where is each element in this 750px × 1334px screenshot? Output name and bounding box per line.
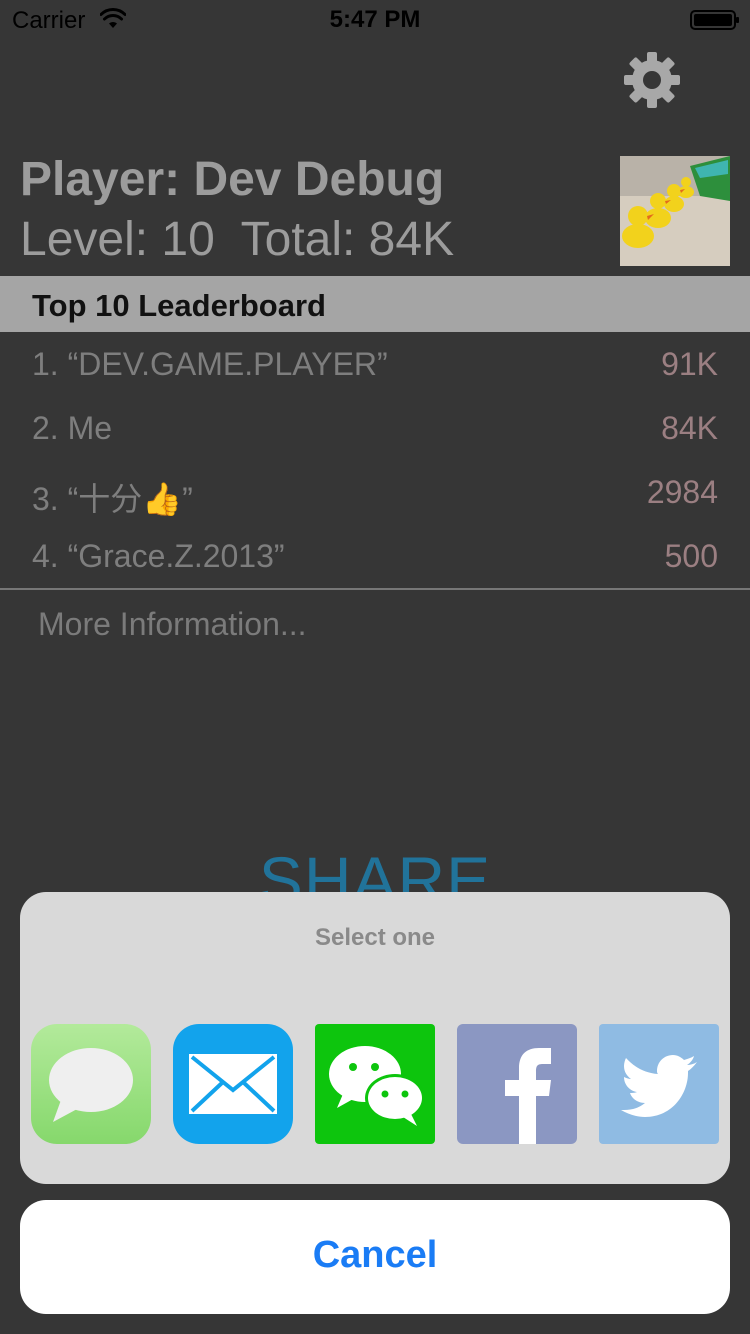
cancel-button[interactable]: Cancel: [20, 1200, 730, 1314]
leaderboard-row[interactable]: 2. Me 84K: [0, 396, 750, 460]
leaderboard-score: 84K: [661, 410, 718, 446]
leaderboard-score: 2984: [646, 474, 718, 510]
battery-icon: [690, 10, 739, 30]
messages-icon[interactable]: [31, 1024, 151, 1144]
leaderboard-row[interactable]: 1. “DEV.GAME.PLAYER” 91K: [0, 332, 750, 396]
leaderboard-score: 500: [664, 538, 718, 574]
share-sheet-title: Select one: [314, 924, 436, 951]
leaderboard-player-name: 4. “Grace.Z.2013”: [32, 538, 285, 574]
player-name: Player: Dev Debug: [20, 153, 445, 206]
share-sheet: Select one: [20, 892, 730, 1184]
facebook-icon[interactable]: [457, 1024, 577, 1144]
leaderboard-row[interactable]: 4. “Grace.Z.2013” 500: [0, 524, 750, 588]
divider: [0, 588, 750, 590]
cancel-button-label: Cancel: [312, 1234, 438, 1276]
gear-icon[interactable]: [620, 48, 684, 112]
avatar[interactable]: [620, 156, 730, 266]
wechat-icon[interactable]: [315, 1024, 435, 1144]
twitter-icon[interactable]: [599, 1024, 719, 1144]
more-information-link[interactable]: More Information...: [38, 606, 307, 643]
leaderboard-row[interactable]: 3. “十分👍” 2984: [0, 460, 750, 524]
leaderboard-header: Top 10 Leaderboard: [0, 276, 750, 332]
leaderboard-player-name: 1. “DEV.GAME.PLAYER”: [32, 346, 388, 382]
status-time: 5:47 PM: [329, 6, 421, 33]
mail-icon[interactable]: [173, 1024, 293, 1144]
leaderboard-player-name: 2. Me: [32, 410, 113, 446]
leaderboard-player-name: 3. “十分👍”: [32, 481, 193, 517]
leaderboard-score: 91K: [661, 346, 718, 382]
status-bar: Carrier 5:47 PM: [0, 0, 750, 40]
leaderboard-title: Top 10 Leaderboard: [32, 288, 326, 323]
player-stats: Level: 10 Total: 84K: [20, 213, 455, 266]
